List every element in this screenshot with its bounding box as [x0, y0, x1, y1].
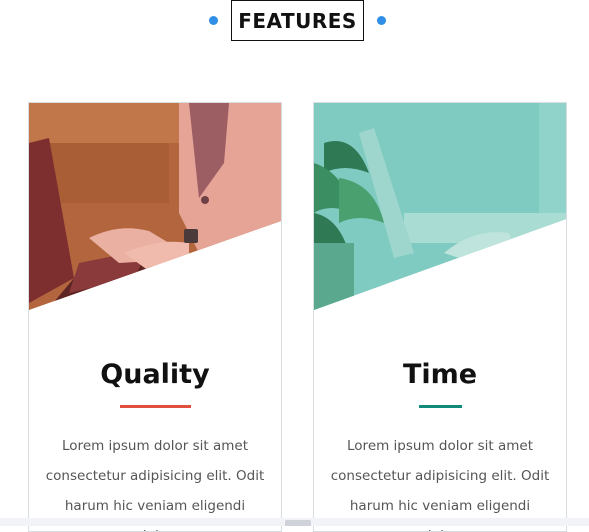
left-dot-icon — [209, 16, 218, 25]
card-title: Quality — [100, 359, 210, 390]
section-title: FEATURES — [231, 0, 364, 41]
card-description: Lorem ipsum dolor sit amet consectetur a… — [45, 438, 265, 531]
section-header: FEATURES — [0, 0, 589, 44]
card-description: Lorem ipsum dolor sit amet consectetur a… — [330, 438, 550, 531]
card-title: Time — [402, 359, 478, 390]
woman-with-laptop-photo-icon — [29, 103, 281, 310]
feature-card-time[interactable]: Time Lorem ipsum dolor sit amet consecte… — [313, 102, 567, 532]
title-underline — [120, 405, 191, 408]
quality-image — [29, 103, 281, 313]
scroll-handle[interactable] — [285, 520, 311, 526]
time-image — [314, 103, 566, 313]
right-dot-icon — [377, 16, 386, 25]
office-plant-photo-icon — [314, 103, 566, 310]
feature-card-quality[interactable]: Quality Lorem ipsum dolor sit amet conse… — [28, 102, 282, 532]
title-underline — [419, 405, 462, 408]
